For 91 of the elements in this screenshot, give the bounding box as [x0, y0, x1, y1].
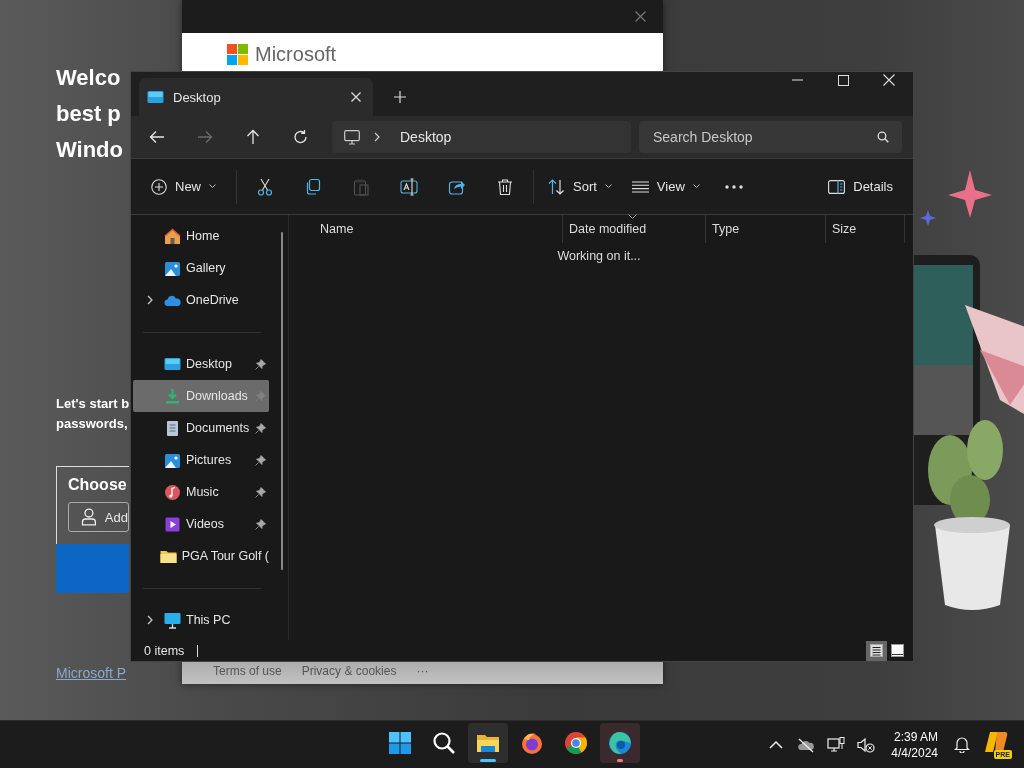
search-field[interactable]: Search Desktop — [639, 121, 902, 153]
sidebar-item[interactable]: Pictures — [133, 444, 269, 476]
monitor-icon — [164, 611, 181, 629]
footer-link[interactable]: Terms of use — [213, 663, 282, 678]
arrow-right-icon — [197, 129, 213, 145]
scissors-icon — [256, 177, 274, 196]
sidebar-item[interactable]: OneDrive — [133, 284, 269, 316]
clock-time[interactable]: 2:39 AM — [893, 728, 938, 745]
sidebar-item[interactable]: PGA Tour Golf ( — [133, 540, 269, 572]
picture-icon — [164, 451, 181, 469]
loading-message: Working on it... — [556, 249, 642, 263]
list-icon — [631, 180, 649, 193]
wave-circle-icon — [608, 731, 632, 755]
person-icon — [81, 508, 97, 526]
caret-icon — [692, 184, 700, 189]
sidebar-item[interactable]: Documents — [133, 412, 269, 444]
list-icon — [870, 644, 883, 657]
download-icon — [164, 387, 181, 405]
sort-icon — [548, 178, 565, 195]
clipboard-icon — [352, 177, 370, 196]
column-header[interactable]: Name — [289, 215, 562, 243]
new-button[interactable]: New — [141, 168, 226, 205]
sidebar-item[interactable]: Music — [133, 476, 269, 508]
refresh-icon — [293, 129, 309, 145]
footer-link[interactable]: Privacy & cookies — [301, 663, 397, 678]
plus-circle-icon — [151, 178, 167, 195]
maximize-icon — [837, 74, 849, 86]
heading-text: Welco — [56, 64, 121, 92]
browser-button[interactable] — [600, 723, 640, 763]
address-bar[interactable]: Desktop — [332, 121, 631, 153]
speaker-muted-icon[interactable] — [857, 736, 876, 753]
add-account-button[interactable]: Add — [68, 502, 129, 532]
clock-date[interactable]: 4/4/2024 — [891, 744, 938, 761]
search-icon — [432, 731, 456, 755]
bell-icon[interactable] — [954, 736, 970, 753]
heading-text: Windo — [56, 136, 123, 164]
cloud-off-icon[interactable] — [797, 736, 816, 753]
file-explorer-button[interactable] — [468, 723, 508, 763]
copy-icon — [304, 177, 322, 196]
document-icon — [164, 419, 181, 437]
film-icon — [164, 515, 181, 533]
column-header[interactable]: Type — [705, 215, 825, 243]
close-icon — [883, 74, 895, 86]
intro-text: passwords, — [56, 415, 128, 433]
intro-text: Let's start b — [56, 395, 130, 413]
house-icon — [164, 227, 181, 245]
column-header[interactable]: Date modified — [562, 215, 705, 243]
chevron-right-icon[interactable] — [146, 295, 153, 305]
search-icon — [877, 131, 889, 143]
windows-logo-icon — [388, 731, 412, 755]
column-header[interactable]: Size — [825, 215, 905, 243]
arrow-left-icon — [149, 129, 165, 145]
sidebar-item[interactable]: Home — [133, 220, 269, 252]
monitor-icon — [147, 89, 164, 105]
music-note-icon — [164, 483, 181, 501]
minimize-icon — [791, 79, 803, 81]
fox-globe-icon — [520, 731, 544, 755]
sidebar-item[interactable]: Gallery — [133, 252, 269, 284]
caret-icon — [209, 184, 216, 189]
sidebar-item[interactable]: Downloads — [133, 380, 269, 412]
more-icon — [724, 184, 743, 189]
tiles-icon — [891, 644, 904, 657]
caret-icon — [604, 184, 612, 189]
details-button[interactable]: Details — [818, 168, 903, 205]
monitor-icon — [164, 355, 181, 373]
heading-text: best p — [56, 100, 121, 128]
tricolor-circle-icon — [564, 731, 588, 755]
plus-icon — [394, 91, 406, 103]
picture-icon — [164, 259, 181, 277]
brand-name: Microsoft — [255, 43, 337, 66]
sidebar-item[interactable]: Videos — [133, 508, 269, 540]
sort-button[interactable]: Sort — [538, 168, 622, 205]
card-title: Choose — [68, 476, 127, 494]
network-icon[interactable] — [827, 736, 846, 753]
item-count: 0 items — [144, 643, 185, 658]
chevron-right-icon — [374, 132, 380, 142]
sidebar-item[interactable]: This PC — [133, 604, 269, 636]
trash-icon — [496, 177, 514, 196]
assistant-logo-icon — [984, 730, 1008, 753]
monitor-icon — [344, 129, 360, 145]
rename-icon — [400, 177, 418, 196]
more-link[interactable]: ··· — [416, 663, 429, 678]
details-pane-icon — [828, 179, 846, 194]
details-view-button[interactable] — [866, 640, 887, 661]
sidebar-item[interactable]: Desktop — [133, 348, 269, 380]
breadcrumb-item[interactable]: Desktop — [400, 129, 452, 145]
chevron-right-icon[interactable] — [146, 615, 153, 625]
logo-icon — [227, 43, 249, 66]
tab[interactable]: Desktop — [139, 78, 373, 116]
arrow-up-icon — [245, 129, 261, 145]
view-button[interactable]: View — [621, 168, 710, 205]
